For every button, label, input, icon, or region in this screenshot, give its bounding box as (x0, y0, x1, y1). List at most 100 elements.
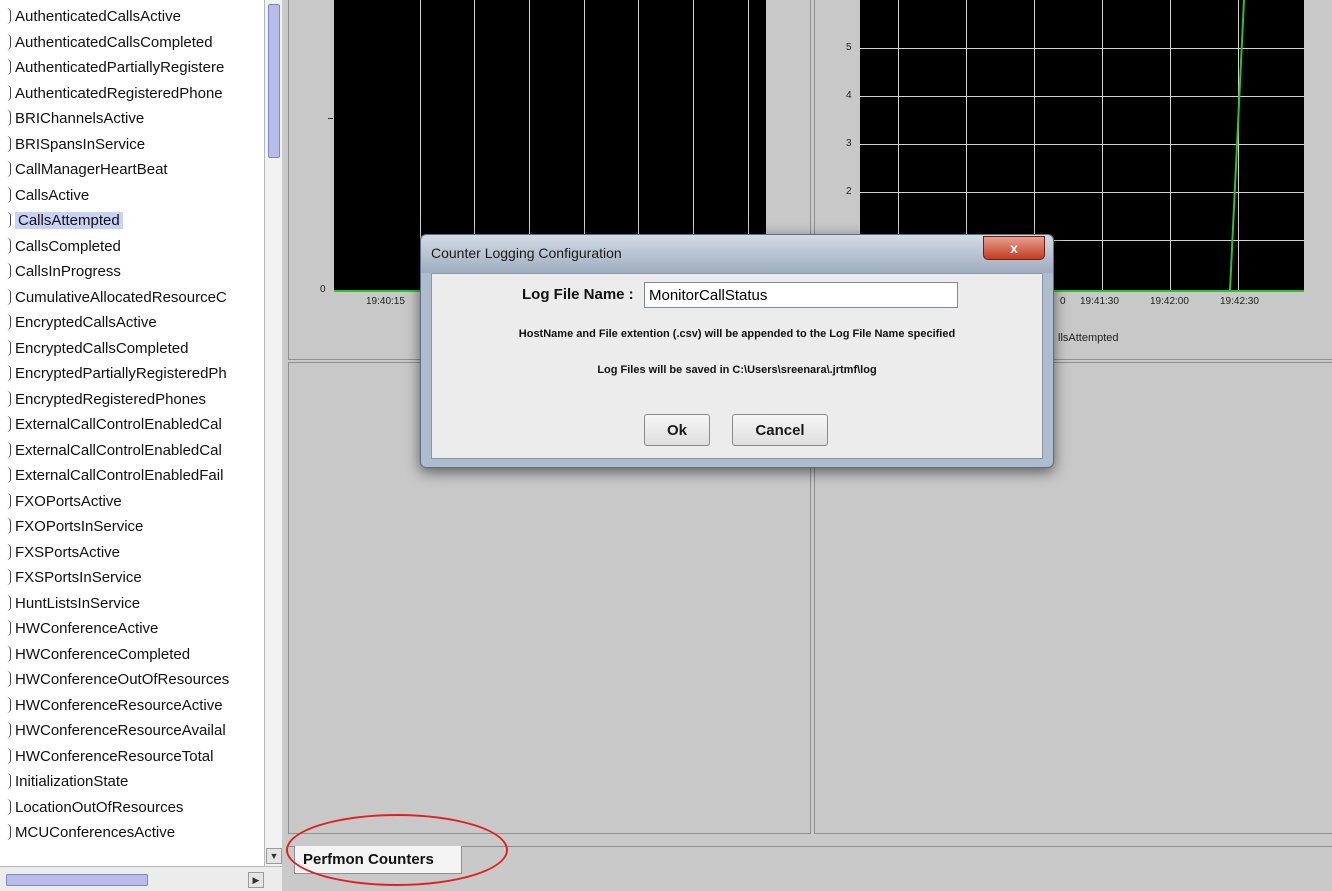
list-item-label: AuthenticatedRegisteredPhone (15, 84, 223, 102)
list-item[interactable]: HuntListsInService (0, 591, 264, 617)
ok-button[interactable]: Ok (644, 414, 710, 446)
list-item-label: FXOPortsActive (15, 492, 122, 510)
list-item-label: ExternalCallControlEnabledCal (15, 441, 222, 459)
tree-branch-icon (6, 110, 11, 126)
list-item-label: CallManagerHeartBeat (15, 161, 168, 178)
dialog-titlebar[interactable]: Counter Logging Configuration x (421, 235, 1053, 273)
counter-list: AuthenticatedCallsActive AuthenticatedCal… (0, 4, 264, 846)
tree-branch-icon (6, 161, 11, 177)
list-item-label: CallsActive (15, 186, 90, 204)
list-item-label: HWConferenceResourceActive (15, 696, 223, 714)
tree-branch-icon (6, 747, 11, 764)
vertical-scroll-thumb[interactable] (268, 4, 280, 158)
scroll-right-arrow-icon[interactable]: ▶ (248, 872, 264, 888)
close-icon[interactable]: x (983, 236, 1045, 260)
list-item-label: CumulativeAllocatedResourceC (15, 288, 227, 306)
tree-branch-icon (6, 518, 11, 534)
list-item[interactable]: CumulativeAllocatedResourceC (0, 285, 264, 311)
list-item[interactable]: CallsActive (0, 183, 264, 209)
vertical-scrollbar[interactable]: ▼ (264, 0, 282, 866)
list-item-label: EncryptedPartiallyRegisteredPh (15, 365, 227, 382)
list-item[interactable]: CallsInProgress (0, 259, 264, 285)
tree-branch-icon (6, 288, 11, 305)
tree-branch-icon (6, 365, 11, 381)
list-item-label: FXSPortsInService (15, 569, 142, 586)
tree-branch-icon (6, 8, 11, 24)
list-item[interactable]: HWConferenceOutOfResources (0, 667, 264, 693)
list-item-label: InitializationState (15, 773, 129, 790)
list-item-label: AuthenticatedCallsActive (15, 8, 181, 25)
list-item-label: EncryptedRegisteredPhones (15, 390, 206, 408)
list-item[interactable]: FXOPortsInService (0, 514, 264, 540)
list-item[interactable]: AuthenticatedCallsActive (0, 4, 264, 30)
list-item[interactable]: CallsAttempted (0, 208, 264, 234)
log-file-name-input[interactable] (644, 282, 958, 308)
y-tick-label: 2 (846, 186, 852, 197)
list-item[interactable]: CallsCompleted (0, 234, 264, 260)
annotation-circle (286, 814, 508, 886)
info-text-append: HostName and File extention (.csv) will … (518, 328, 956, 340)
list-item[interactable]: HWConferenceActive (0, 616, 264, 642)
horizontal-scroll-thumb[interactable] (6, 874, 148, 886)
tree-branch-icon (6, 263, 11, 279)
list-item[interactable]: LocationOutOfResources (0, 795, 264, 821)
tree-branch-icon (6, 467, 11, 483)
list-item[interactable]: AuthenticatedRegisteredPhone (0, 81, 264, 107)
tree-branch-icon (6, 492, 11, 509)
list-item[interactable]: ExternalCallControlEnabledCal (0, 412, 264, 438)
info-text-save-location: Log Files will be saved in C:\Users\sree… (597, 364, 877, 376)
x-tick-label: 19:42:30 (1220, 296, 1259, 307)
tree-branch-icon (6, 543, 11, 560)
y-tick-label: 4 (846, 90, 852, 101)
tree-branch-icon (6, 722, 11, 738)
list-item-label: HWConferenceCompleted (15, 645, 191, 663)
dialog-body: Log File Name : HostName and File extent… (431, 273, 1043, 459)
y-tick-label: 5 (846, 42, 852, 53)
tree-branch-icon (6, 33, 11, 50)
list-item[interactable]: BRISpansInService (0, 132, 264, 158)
tree-branch-icon (6, 620, 11, 636)
list-item[interactable]: InitializationState (0, 769, 264, 795)
list-item[interactable]: EncryptedPartiallyRegisteredPh (0, 361, 264, 387)
chart-legend-label: llsAttempted (1058, 332, 1119, 344)
tree-branch-icon (6, 773, 11, 789)
list-item[interactable]: AuthenticatedPartiallyRegistere (0, 55, 264, 81)
x-tick-label: 19:41:30 (1080, 296, 1119, 307)
horizontal-scrollbar[interactable]: ▶ (0, 866, 282, 891)
list-item[interactable]: ExternalCallControlEnabledCal (0, 438, 264, 464)
list-item[interactable]: MCUConferencesActive (0, 820, 264, 846)
list-item-label: FXSPortsActive (15, 543, 121, 561)
counter-list-panel: AuthenticatedCallsActive AuthenticatedCal… (0, 0, 283, 891)
list-item[interactable]: EncryptedRegisteredPhones (0, 387, 264, 413)
x-tick-label: 0 (1060, 296, 1066, 307)
tree-branch-icon (6, 84, 11, 101)
scroll-down-arrow-icon[interactable]: ▼ (266, 848, 282, 864)
x-tick-label: 19:42:00 (1150, 296, 1189, 307)
list-item[interactable]: EncryptedCallsCompleted (0, 336, 264, 362)
list-item[interactable]: HWConferenceResourceAvailal (0, 718, 264, 744)
list-item-label: EncryptedCallsCompleted (15, 339, 189, 357)
list-item-label: LocationOutOfResources (15, 798, 184, 816)
list-item[interactable]: HWConferenceResourceActive (0, 693, 264, 719)
log-file-name-label: Log File Name : (522, 286, 634, 303)
list-item[interactable]: EncryptedCallsActive (0, 310, 264, 336)
list-item[interactable]: ExternalCallControlEnabledFail (0, 463, 264, 489)
list-item-label: EncryptedCallsActive (15, 314, 157, 331)
tree-branch-icon (6, 671, 11, 687)
list-item[interactable]: FXSPortsActive (0, 540, 264, 566)
list-item[interactable]: HWConferenceResourceTotal (0, 744, 264, 770)
list-item[interactable]: CallManagerHeartBeat (0, 157, 264, 183)
list-item[interactable]: FXOPortsActive (0, 489, 264, 515)
y-tick-label: 0 (320, 284, 326, 295)
tree-branch-icon (6, 314, 11, 330)
list-item[interactable]: FXSPortsInService (0, 565, 264, 591)
list-item-label: AuthenticatedCallsCompleted (15, 33, 213, 51)
list-item[interactable]: HWConferenceCompleted (0, 642, 264, 668)
list-item-label: CallsCompleted (15, 237, 121, 255)
tree-branch-icon (6, 594, 11, 611)
y-tick-label: 3 (846, 138, 852, 149)
cancel-button[interactable]: Cancel (732, 414, 828, 446)
list-item-label: HuntListsInService (15, 594, 141, 612)
list-item[interactable]: BRIChannelsActive (0, 106, 264, 132)
list-item[interactable]: AuthenticatedCallsCompleted (0, 30, 264, 56)
